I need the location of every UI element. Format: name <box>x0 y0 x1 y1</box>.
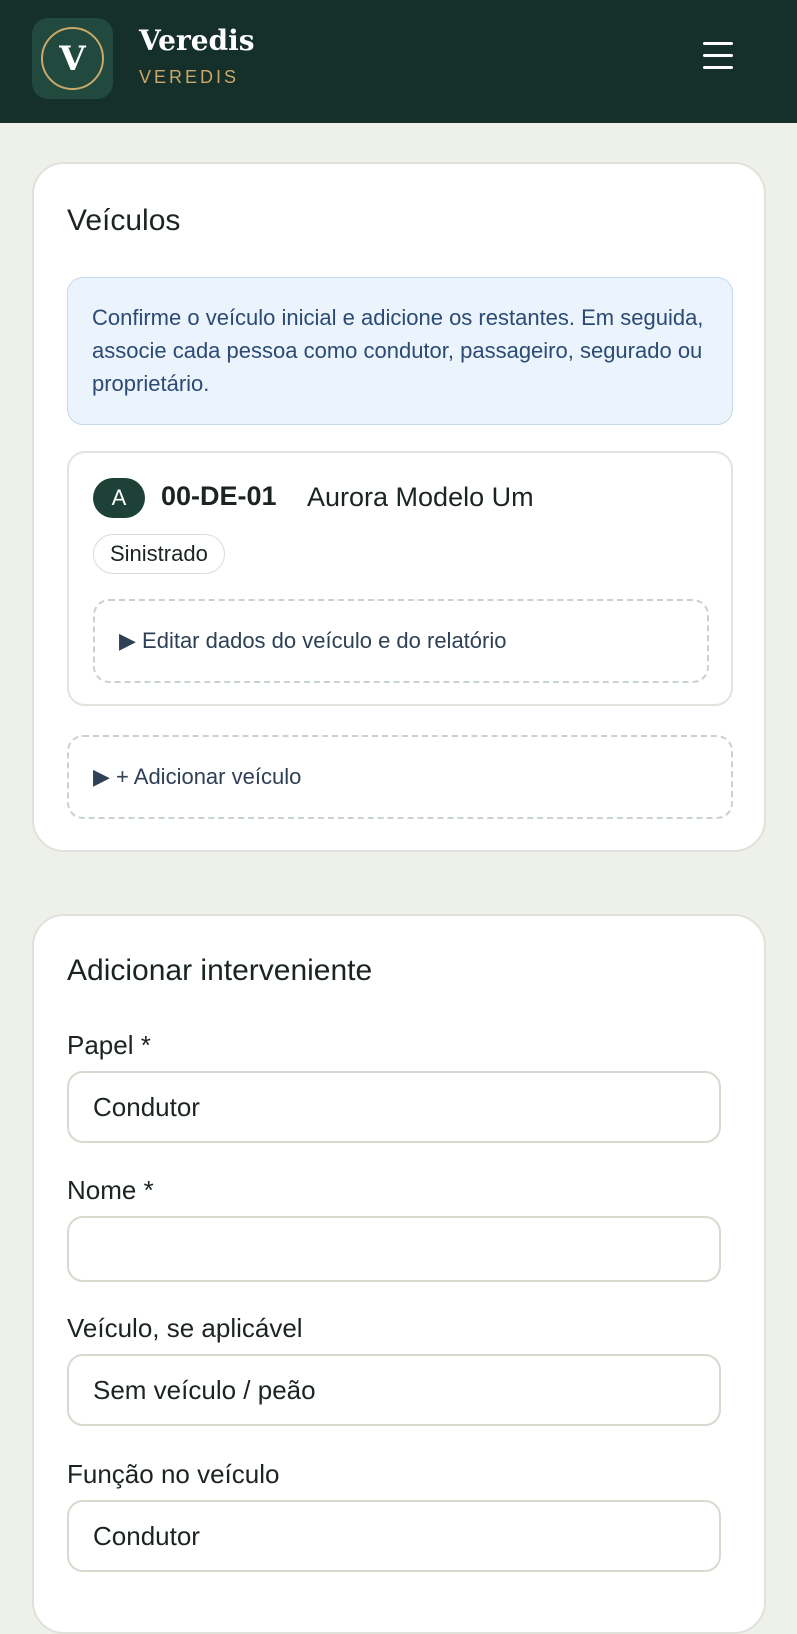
role-select[interactable]: Condutor <box>67 1071 721 1143</box>
add-vehicle-toggle[interactable]: ▶ + Adicionar veículo <box>67 735 733 819</box>
vehicle-item: A 00-DE-01 Aurora Modelo Um Sinistrado ▶… <box>67 451 733 706</box>
hamburger-menu-icon[interactable] <box>700 40 736 72</box>
vehicle-label: Veículo, se aplicável <box>67 1313 303 1343</box>
brand-title: Veredis <box>139 24 255 57</box>
edit-vehicle-toggle[interactable]: ▶ Editar dados do veículo e do relatório <box>93 599 709 683</box>
logo-letter: V <box>41 27 104 90</box>
status-badge: Sinistrado <box>93 534 225 574</box>
vehicle-plate: 00-DE-01 <box>161 481 277 511</box>
brand-subtitle: VEREDIS <box>139 67 240 87</box>
vehicle-select[interactable]: Sem veículo / peão <box>67 1354 721 1426</box>
role-label: Papel * <box>67 1030 151 1060</box>
vehicles-title: Veículos <box>67 204 181 237</box>
name-input[interactable] <box>67 1216 721 1282</box>
top-app-bar: V Veredis VEREDIS <box>0 0 797 123</box>
info-message: Confirme o veículo inicial e adicione os… <box>67 277 733 425</box>
vehicles-card: Veículos Confirme o veículo inicial e ad… <box>32 162 766 852</box>
vehicle-model: Aurora Modelo Um <box>307 482 534 512</box>
vehicle-function-label: Função no veículo <box>67 1459 280 1489</box>
participant-title: Adicionar interveniente <box>67 954 373 987</box>
menu-line <box>703 54 733 57</box>
vehicle-badge: A <box>93 478 145 518</box>
vehicle-function-select[interactable]: Condutor <box>67 1500 721 1572</box>
add-participant-card: Adicionar interveniente Papel * Condutor… <box>32 914 766 1634</box>
logo[interactable]: V <box>32 18 113 99</box>
menu-line <box>703 42 733 45</box>
menu-line <box>703 66 733 69</box>
name-label: Nome * <box>67 1175 154 1205</box>
